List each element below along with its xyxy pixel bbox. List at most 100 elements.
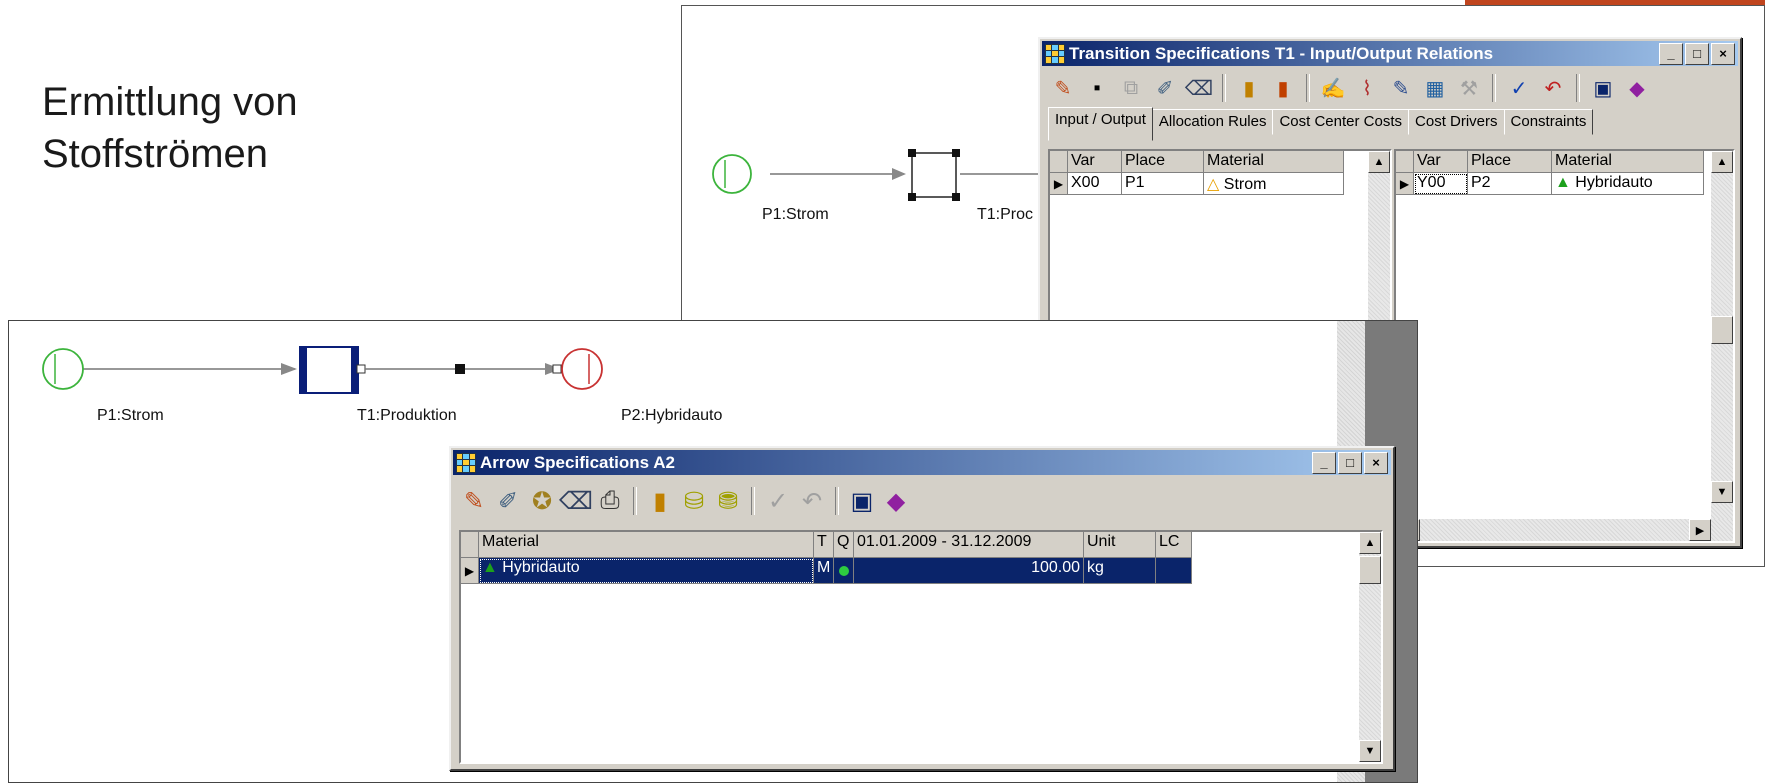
handle-tr[interactable] xyxy=(952,149,960,157)
pen-icon[interactable]: ✎ xyxy=(459,486,489,516)
arrow-dialog-titlebar[interactable]: Arrow Specifications A2 _ □ × xyxy=(453,450,1391,475)
cell-material[interactable]: ▲ Hybridauto xyxy=(479,558,814,584)
scroll-up-button[interactable]: ▲ xyxy=(1359,532,1381,554)
cell-material[interactable]: ▲ Hybridauto xyxy=(1552,173,1704,195)
arc-midpoint-handle[interactable] xyxy=(455,364,465,374)
material-icon[interactable]: ▮ xyxy=(645,486,675,516)
tab-cost-center-costs[interactable]: Cost Center Costs xyxy=(1272,109,1410,135)
tab-constraints[interactable]: Constraints xyxy=(1503,109,1594,135)
grid-icon[interactable]: ▦ xyxy=(1420,73,1450,103)
transition-dialog-titlebar[interactable]: Transition Specifications T1 - Input/Out… xyxy=(1042,41,1738,66)
col-material[interactable]: Material xyxy=(1552,151,1704,173)
scroll-thumb[interactable] xyxy=(1711,316,1733,344)
cell-q[interactable] xyxy=(834,558,854,584)
close-button[interactable]: × xyxy=(1711,42,1735,65)
col-period[interactable]: 01.01.2009 - 31.12.2009 xyxy=(854,532,1084,558)
arrow-specifications-dialog[interactable]: Arrow Specifications A2 _ □ × ✎ ✐ ✪ ⌫ ⎙ … xyxy=(449,446,1395,771)
formula-icon[interactable]: ✍ xyxy=(1318,73,1348,103)
col-material[interactable]: Material xyxy=(479,532,814,558)
col-unit[interactable]: Unit xyxy=(1084,532,1156,558)
scroll-up-button[interactable]: ▲ xyxy=(1368,151,1390,173)
arrow-table[interactable]: Material T Q 01.01.2009 - 31.12.2009 Uni… xyxy=(459,530,1383,764)
back-transition-t1[interactable] xyxy=(911,152,957,198)
table-row[interactable]: ▶ Y00 P2 ▲ Hybridauto xyxy=(1396,173,1733,195)
cell-value[interactable]: 100.00 xyxy=(854,558,1084,584)
database-edit-icon[interactable]: ⛃ xyxy=(713,486,743,516)
row-indicator-icon: ▶ xyxy=(1050,173,1068,195)
front-transition-t1[interactable] xyxy=(299,346,359,394)
arc-port[interactable] xyxy=(356,364,366,374)
cell-t[interactable]: M xyxy=(814,558,834,584)
handle-br[interactable] xyxy=(952,193,960,201)
print-icon[interactable]: ⎙ xyxy=(595,486,625,516)
output-table-header: Var Place Material xyxy=(1396,151,1733,173)
material-wizard-icon[interactable]: ✪ xyxy=(527,486,557,516)
col-lc[interactable]: LC xyxy=(1156,532,1192,558)
material-triangle-icon: ▲ xyxy=(482,559,498,576)
scroll-right-button[interactable]: ▶ xyxy=(1689,519,1711,541)
maximize-button[interactable]: □ xyxy=(1685,42,1709,65)
pen-icon[interactable]: ✎ xyxy=(1048,73,1078,103)
cell-var[interactable]: Y00 xyxy=(1414,173,1468,195)
cell-var[interactable]: X00 xyxy=(1068,173,1122,195)
minimize-button[interactable]: _ xyxy=(1659,42,1683,65)
arc-port-end[interactable] xyxy=(552,364,562,374)
col-q[interactable]: Q xyxy=(834,532,854,558)
material-remove-icon[interactable]: ▮ xyxy=(1268,73,1298,103)
cell-unit[interactable]: kg xyxy=(1084,558,1156,584)
cell-material-text: Hybridauto xyxy=(1575,174,1653,191)
variable-icon[interactable]: ✎ xyxy=(1386,73,1416,103)
tab-cost-drivers[interactable]: Cost Drivers xyxy=(1408,109,1505,135)
scroll-down-button[interactable]: ▼ xyxy=(1359,740,1381,762)
tab-input-output[interactable]: Input / Output xyxy=(1048,107,1153,141)
handle-bl[interactable] xyxy=(908,193,916,201)
col-material[interactable]: Material xyxy=(1204,151,1344,173)
close-button[interactable]: × xyxy=(1364,451,1388,474)
save-icon[interactable]: ▣ xyxy=(1588,73,1618,103)
col-var[interactable]: Var xyxy=(1068,151,1122,173)
chart-icon[interactable]: ⌇ xyxy=(1352,73,1382,103)
toolbar-separator xyxy=(633,487,637,515)
cell-place[interactable]: P2 xyxy=(1468,173,1552,195)
scroll-down-button[interactable]: ▼ xyxy=(1711,481,1733,503)
front-place-p1[interactable] xyxy=(42,348,84,390)
check-icon[interactable]: ✓ xyxy=(1504,73,1534,103)
maximize-button[interactable]: □ xyxy=(1338,451,1362,474)
table-row[interactable]: ▶ X00 P1 △ Strom xyxy=(1050,173,1390,195)
col-place[interactable]: Place xyxy=(1122,151,1204,173)
delete-icon[interactable]: ⌫ xyxy=(559,486,593,516)
output-table[interactable]: Var Place Material ▶ Y00 P2 ▲ Hybridauto… xyxy=(1394,149,1735,543)
save-icon[interactable]: ▣ xyxy=(847,486,877,516)
back-place-p1[interactable] xyxy=(712,154,752,194)
col-t[interactable]: T xyxy=(814,532,834,558)
undo-icon[interactable]: ↶ xyxy=(797,486,827,516)
output-table-hscrollbar[interactable]: ▶ xyxy=(1396,519,1733,541)
handle-tl[interactable] xyxy=(908,149,916,157)
table-row[interactable]: ▶ ▲ Hybridauto M 100.00 kg xyxy=(461,558,1381,584)
cell-place[interactable]: P1 xyxy=(1122,173,1204,195)
copy-node-icon[interactable]: ⧉ xyxy=(1116,73,1146,103)
edit-icon[interactable]: ✐ xyxy=(493,486,523,516)
scroll-thumb[interactable] xyxy=(1359,556,1381,584)
database-icon[interactable]: ⛁ xyxy=(679,486,709,516)
output-table-scrollbar[interactable]: ▲ ▼ xyxy=(1711,151,1733,541)
col-place[interactable]: Place xyxy=(1468,151,1552,173)
front-place-p2[interactable] xyxy=(561,348,603,390)
help-icon[interactable]: ◆ xyxy=(881,486,911,516)
tools-icon[interactable]: ⚒ xyxy=(1454,73,1484,103)
tab-allocation-rules[interactable]: Allocation Rules xyxy=(1151,109,1274,135)
scroll-up-button[interactable]: ▲ xyxy=(1711,151,1733,173)
transition-toolbar: ✎ ▪ ⧉ ✐ ⌫ ▮ ▮ ✍ ⌇ ✎ ▦ ⚒ ✓ ↶ ▣ ◆ xyxy=(1044,69,1736,107)
help-icon[interactable]: ◆ xyxy=(1622,73,1652,103)
cell-material[interactable]: △ Strom xyxy=(1204,173,1344,195)
edit-icon[interactable]: ✐ xyxy=(1150,73,1180,103)
material-add-icon[interactable]: ▮ xyxy=(1234,73,1264,103)
check-icon[interactable]: ✓ xyxy=(763,486,793,516)
delete-icon[interactable]: ⌫ xyxy=(1184,73,1214,103)
add-node-icon[interactable]: ▪ xyxy=(1082,73,1112,103)
arrow-table-scrollbar[interactable]: ▲ ▼ xyxy=(1359,532,1381,762)
undo-icon[interactable]: ↶ xyxy=(1538,73,1568,103)
minimize-button[interactable]: _ xyxy=(1312,451,1336,474)
cell-lc[interactable] xyxy=(1156,558,1192,584)
col-var[interactable]: Var xyxy=(1414,151,1468,173)
